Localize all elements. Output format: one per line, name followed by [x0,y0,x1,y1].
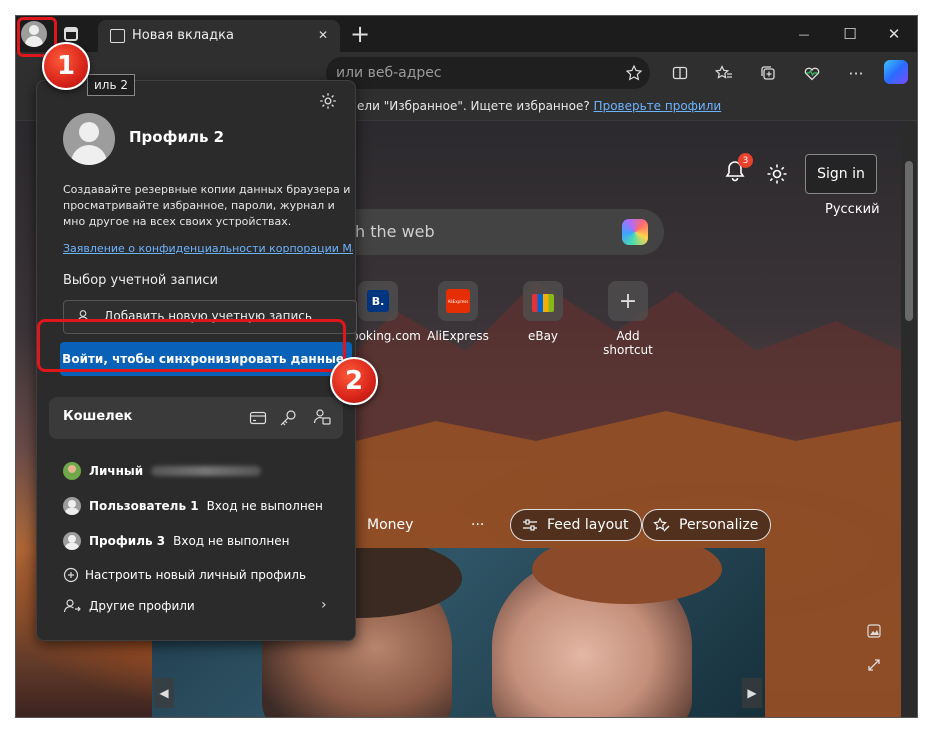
feed-layout-label: Feed layout [547,517,629,533]
personalize-button[interactable]: Personalize [642,509,772,541]
check-profiles-link[interactable]: Проверьте профили [594,99,722,113]
callout-highlight-sync [37,319,346,372]
shortcut-label: Add shortcut [603,329,653,357]
user1-avatar [63,497,81,515]
maximize-button[interactable]: ☐ [827,16,873,52]
address-bar[interactable]: или веб-адрес [326,57,650,89]
sign-in-label: Sign in [817,166,865,182]
add-shortcut-button[interactable]: + Add shortcut [593,281,663,357]
account-section-title: Выбор учетной записи [63,273,218,288]
profile-tooltip: иль 2 [87,74,135,96]
tab-page-icon [110,29,125,43]
personal-avatar [63,462,81,480]
maximize-icon: ☐ [843,25,857,43]
notifications-button[interactable]: 3 [724,153,753,185]
copilot-icon[interactable] [884,60,908,84]
profile-avatar-large [63,113,115,165]
close-icon: ✕ [887,25,901,43]
wallet-title: Кошелек [63,409,133,424]
edit-star-icon [653,517,670,532]
payment-card-icon[interactable] [249,410,267,426]
profile-row-status: Вход не выполнен [173,534,290,548]
profile-row-personal[interactable]: Личный [63,462,262,480]
web-search-box[interactable]: rch the web [316,209,664,255]
privacy-statement-link[interactable]: Заявление о конфиденциальности корпораци… [63,242,353,255]
minimize-button[interactable]: — [781,16,827,52]
callout-badge-1: 1 [42,42,90,90]
feed-more-button[interactable]: ··· [471,517,484,533]
workspaces-icon[interactable] [64,27,78,41]
browser-essentials-icon[interactable] [798,60,826,86]
scrollbar-thumb[interactable] [905,161,913,321]
sliders-icon [523,519,537,531]
shortcut-label: AliExpress [427,329,489,343]
aliexpress-icon: AliExpress [446,289,470,313]
chevron-right-icon: › [321,597,327,613]
close-button[interactable]: ✕ [871,16,917,52]
profile-row-name: Личный [89,464,144,478]
setup-profile-label: Настроить новый личный профиль [85,568,307,582]
minimize-icon: — [798,27,810,41]
collections-icon[interactable] [754,60,782,86]
shortcut-aliexpress[interactable]: AliExpress AliExpress [423,281,493,343]
feed-tab-money[interactable]: Money [367,517,413,533]
profile-row-status: Вход не выполнен [206,499,323,513]
profile3-avatar [63,532,81,550]
shortcut-ebay[interactable]: eBay [508,281,578,343]
title-bar: Новая вкладка ✕ + — ☐ ✕ [16,16,917,52]
wallet-card[interactable]: Кошелек [49,397,343,439]
personal-info-icon[interactable] [313,408,331,426]
copilot-search-icon[interactable] [622,219,648,245]
callout-badge-2: 2 [330,357,378,405]
sync-description: Создавайте резервные копии данных браузе… [63,183,351,228]
sign-in-button[interactable]: Sign in [805,154,877,194]
page-scrollbar[interactable] [901,121,917,717]
address-placeholder: или веб-адрес [336,65,442,81]
notification-count-badge: 3 [738,153,753,168]
profile-settings-gear-icon[interactable] [319,92,337,110]
profile-row-profile3[interactable]: Профиль 3 Вход не выполнен [63,532,289,550]
personalize-label: Personalize [679,517,759,533]
plus-icon: + [618,288,638,314]
tab-title: Новая вкладка [132,28,234,43]
expand-icon[interactable] [867,658,881,672]
favorites-message: панели "Избранное". Ищете избранное? [334,99,590,113]
profile-row-user1[interactable]: Пользователь 1 Вход не выполнен [63,497,323,515]
other-profiles-item[interactable]: Другие профили › [63,597,333,614]
other-profiles-label: Другие профили [89,599,195,613]
favorite-star-icon[interactable] [626,65,642,81]
booking-icon: B. [367,290,389,312]
favorites-icon[interactable] [710,60,738,86]
ebay-bag-icon [532,294,554,312]
split-screen-icon[interactable] [666,60,694,86]
shortcut-label: eBay [527,329,559,343]
tab-new-tab[interactable]: Новая вкладка ✕ [98,20,340,52]
blurred-email [151,466,262,476]
more-options-icon[interactable]: ··· [842,60,870,86]
carousel-next-button[interactable]: ▶ [742,678,762,708]
profile-name: Профиль 2 [129,128,225,146]
feed-layout-button[interactable]: Feed layout [510,509,642,541]
background-image-info-icon[interactable] [867,624,881,638]
setup-new-profile-item[interactable]: Настроить новый личный профиль [63,567,306,583]
add-circle-icon [63,567,79,583]
settings-gear-icon[interactable] [766,163,788,185]
password-key-icon[interactable] [279,409,297,427]
profile-row-name: Пользователь 1 [89,499,199,513]
profile-row-name: Профиль 3 [89,534,166,548]
carousel-prev-button[interactable]: ◀ [154,678,174,708]
language-label[interactable]: Русский [825,202,880,217]
tab-close-icon[interactable]: ✕ [318,28,328,42]
switch-profiles-icon [63,599,81,613]
new-tab-button[interactable]: + [350,20,370,48]
